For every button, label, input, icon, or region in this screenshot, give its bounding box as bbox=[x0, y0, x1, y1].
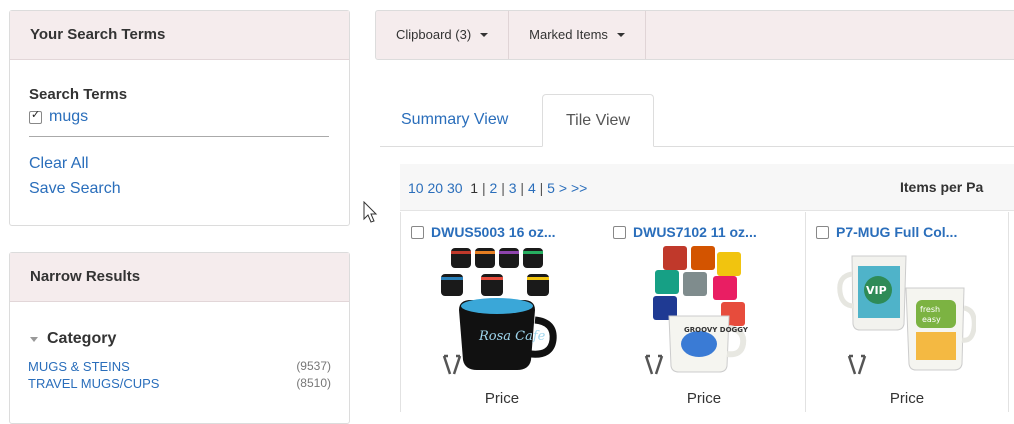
view-tabs: Summary View Tile View bbox=[380, 94, 1014, 147]
product-select-checkbox[interactable] bbox=[613, 225, 626, 239]
category-count: (8510) bbox=[296, 376, 331, 390]
page-link[interactable]: 5 bbox=[547, 180, 555, 196]
product-tile: P7-MUG Full Col... VIP fresh easy Price bbox=[806, 212, 1009, 412]
pagination: 10 20 30 1 | 2 | 3 | 4 | 5 > >> bbox=[408, 180, 587, 196]
svg-text:Rosa Cafe: Rosa Cafe bbox=[478, 329, 546, 344]
page-link[interactable]: 3 bbox=[509, 180, 517, 196]
toolbar: Clipboard (3) Marked Items bbox=[375, 10, 1014, 60]
category-item[interactable]: TRAVEL MUGS/CUPS (8510) bbox=[28, 375, 331, 392]
per-page-10[interactable]: 10 bbox=[408, 180, 424, 196]
search-term-item[interactable]: mugs bbox=[29, 108, 330, 126]
search-terms-title: Search Terms bbox=[29, 86, 128, 103]
svg-text:VIP: VIP bbox=[866, 284, 887, 297]
category-link[interactable]: MUGS & STEINS bbox=[28, 358, 130, 375]
page-current: 1 bbox=[470, 180, 479, 196]
page-link[interactable]: 2 bbox=[490, 180, 498, 196]
product-tile: DWUS7102 11 oz... GROOVY DOGGY Price bbox=[603, 212, 806, 412]
category-count: (9537) bbox=[296, 359, 331, 373]
search-term-checkbox[interactable] bbox=[29, 108, 42, 124]
last-page-link[interactable]: >> bbox=[571, 180, 587, 196]
search-terms-panel: Your Search Terms Search Terms mugs Clea… bbox=[9, 10, 350, 226]
page-link[interactable]: 4 bbox=[528, 180, 536, 196]
product-price-label: Price bbox=[484, 390, 520, 407]
clear-all-link[interactable]: Clear All bbox=[29, 154, 330, 173]
clipboard-dropdown[interactable]: Clipboard (3) bbox=[376, 11, 510, 59]
per-page-30[interactable]: 30 bbox=[447, 180, 463, 196]
compare-icon[interactable] bbox=[846, 354, 868, 378]
svg-text:GROOVY DOGGY: GROOVY DOGGY bbox=[684, 326, 749, 334]
caret-down-icon bbox=[30, 336, 38, 342]
category-link[interactable]: TRAVEL MUGS/CUPS bbox=[28, 375, 159, 392]
narrow-results-panel: Narrow Results Category MUGS & STEINS (9… bbox=[9, 252, 350, 424]
product-title-link[interactable]: DWUS5003 16 oz... bbox=[431, 224, 556, 240]
caret-down-icon bbox=[480, 33, 489, 37]
svg-text:easy: easy bbox=[922, 315, 941, 324]
product-title-link[interactable]: DWUS7102 11 oz... bbox=[633, 224, 757, 240]
page-sep: | bbox=[520, 180, 525, 196]
product-price-label: Price bbox=[686, 390, 722, 407]
clipboard-label: Clipboard (3) bbox=[396, 27, 472, 42]
page-sep: | bbox=[481, 180, 486, 196]
items-per-page-label: Items per Pa bbox=[900, 179, 984, 195]
narrow-results-header: Narrow Results bbox=[10, 253, 349, 302]
search-terms-header: Your Search Terms bbox=[10, 11, 349, 60]
save-search-link[interactable]: Save Search bbox=[29, 179, 330, 198]
category-item[interactable]: MUGS & STEINS (9537) bbox=[28, 358, 331, 375]
next-page-link[interactable]: > bbox=[559, 180, 567, 196]
marked-items-label: Marked Items bbox=[529, 27, 608, 42]
product-select-checkbox[interactable] bbox=[816, 225, 829, 239]
divider bbox=[29, 136, 329, 137]
product-title-link[interactable]: P7-MUG Full Col... bbox=[836, 224, 957, 240]
product-price-label: Price bbox=[889, 390, 925, 407]
search-term-link[interactable]: mugs bbox=[49, 108, 88, 126]
marked-items-dropdown[interactable]: Marked Items bbox=[509, 11, 646, 59]
per-page-20[interactable]: 20 bbox=[427, 180, 443, 196]
caret-down-icon bbox=[616, 33, 625, 37]
tab-summary-view[interactable]: Summary View bbox=[401, 94, 508, 145]
tab-tile-view[interactable]: Tile View bbox=[542, 94, 654, 147]
category-title: Category bbox=[47, 330, 117, 347]
svg-text:fresh: fresh bbox=[920, 305, 940, 314]
pagination-bar: 10 20 30 1 | 2 | 3 | 4 | 5 > >> Items pe… bbox=[400, 164, 1014, 211]
product-select-checkbox[interactable] bbox=[411, 225, 424, 239]
compare-icon[interactable] bbox=[441, 354, 463, 378]
product-tile: DWUS5003 16 oz... Rosa Cafe Price bbox=[400, 212, 604, 412]
category-toggle[interactable]: Category bbox=[10, 302, 349, 348]
page-sep: | bbox=[539, 180, 544, 196]
page-sep: | bbox=[501, 180, 505, 196]
compare-icon[interactable] bbox=[643, 354, 665, 378]
mouse-cursor-icon bbox=[363, 201, 378, 223]
